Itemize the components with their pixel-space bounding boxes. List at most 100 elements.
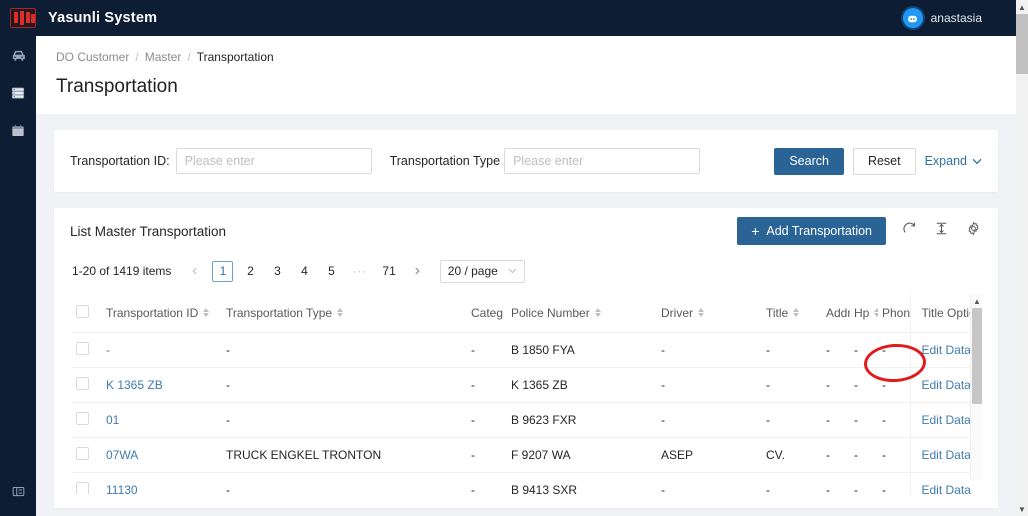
cell-phone: - <box>878 437 910 472</box>
transportation-type-label: Transportation Type <box>390 154 500 168</box>
sort-icon[interactable] <box>595 308 601 317</box>
breadcrumb-item-master[interactable]: Master <box>145 50 182 64</box>
list-panel: List Master Transportation + Add Transpo… <box>54 208 998 508</box>
table-vertical-scrollbar[interactable]: ▲ <box>970 294 982 480</box>
sort-icon[interactable] <box>337 308 343 317</box>
transportation-id-link[interactable]: 07WA <box>106 448 138 462</box>
sidebar-item-schedule[interactable] <box>0 112 36 150</box>
edit-data-link[interactable]: Edit Data <box>922 483 971 495</box>
cell-tid[interactable]: - <box>102 332 222 367</box>
search-button[interactable]: Search <box>774 148 844 175</box>
column-label: Title <box>766 306 788 320</box>
cell-addr: - <box>822 367 850 402</box>
sort-icon[interactable] <box>203 308 209 317</box>
edit-data-link[interactable]: Edit Data <box>922 448 971 462</box>
user-name-label: anastasia <box>931 11 982 25</box>
select-all-checkbox[interactable] <box>76 305 89 318</box>
cell-hp: - <box>850 367 878 402</box>
cell-phone: - <box>878 367 910 402</box>
cell-driver: - <box>657 367 762 402</box>
cell-tid[interactable]: 11130 <box>102 472 222 494</box>
scroll-up-icon[interactable]: ▲ <box>1016 0 1028 14</box>
cell-phone: - <box>878 402 910 437</box>
user-avatar-icon[interactable] <box>903 8 923 28</box>
expand-toggle[interactable]: Expand <box>925 154 982 168</box>
header-user-area[interactable]: anastasia <box>903 8 982 28</box>
column-transportation-type[interactable]: Transportation Type <box>222 294 467 332</box>
pagination-page-2[interactable]: 2 <box>240 261 260 282</box>
sort-icon[interactable] <box>793 308 799 317</box>
add-transportation-button[interactable]: + Add Transportation <box>737 217 886 245</box>
scroll-down-icon[interactable]: ▼ <box>1016 502 1028 516</box>
cell-addr: - <box>822 472 850 494</box>
row-checkbox[interactable] <box>76 482 89 495</box>
row-checkbox[interactable] <box>76 342 89 355</box>
reset-button[interactable]: Reset <box>853 148 916 175</box>
edit-data-link[interactable]: Edit Data <box>922 343 971 357</box>
column-label: Transportation ID <box>106 306 198 320</box>
column-police-number[interactable]: Police Number <box>507 294 657 332</box>
cell-tid[interactable]: K 1365 ZB <box>102 367 222 402</box>
scrollbar-thumb[interactable] <box>1016 14 1028 74</box>
pagination-prev[interactable] <box>185 261 205 282</box>
cell-cat: - <box>467 437 507 472</box>
pagination-page-1[interactable]: 1 <box>212 261 233 282</box>
cell-cat: - <box>467 472 507 494</box>
column-driver[interactable]: Driver <box>657 294 762 332</box>
cell-title: - <box>762 472 822 494</box>
row-checkbox[interactable] <box>76 447 89 460</box>
left-sidebar <box>0 36 36 516</box>
table-row: 07WATRUCK ENGKEL TRONTON-F 9207 WAASEPCV… <box>72 437 982 472</box>
transportation-id-label: Transportation ID: <box>70 154 170 168</box>
table-row: 11130--B 9413 SXR-----Edit Data <box>72 472 982 494</box>
sidebar-collapse-icon[interactable] <box>0 476 36 506</box>
transportation-id-input[interactable] <box>176 148 372 174</box>
cell-tid[interactable]: 07WA <box>102 437 222 472</box>
breadcrumb-separator: / <box>187 50 190 64</box>
row-checkbox[interactable] <box>76 412 89 425</box>
transportation-id-link[interactable]: - <box>106 343 110 357</box>
cell-hp: - <box>850 437 878 472</box>
column-transportation-id[interactable]: Transportation ID <box>102 294 222 332</box>
transportation-id-link[interactable]: 01 <box>106 413 119 427</box>
column-category: Cateɡ <box>467 294 507 332</box>
cell-tid[interactable]: 01 <box>102 402 222 437</box>
cell-hp: - <box>850 402 878 437</box>
reload-button[interactable] <box>900 222 918 240</box>
pagination-page-3[interactable]: 3 <box>267 261 287 282</box>
scrollbar-thumb[interactable] <box>972 308 982 404</box>
table-row: 01--B 9623 FXR-----Edit Data <box>72 402 982 437</box>
transportation-id-link[interactable]: 11130 <box>106 483 138 495</box>
cell-phone: - <box>878 472 910 494</box>
cell-addr: - <box>822 437 850 472</box>
page-size-select[interactable]: 20 / page <box>440 260 525 283</box>
settings-button[interactable] <box>964 222 982 240</box>
breadcrumb-item-transportation: Transportation <box>197 50 274 64</box>
yasunli-logo-icon <box>10 8 36 28</box>
column-label: Transportation Type <box>226 306 332 320</box>
sidebar-item-transportation[interactable] <box>0 36 36 74</box>
pagination-page-5[interactable]: 5 <box>321 261 341 282</box>
edit-data-link[interactable]: Edit Data <box>922 378 971 392</box>
density-button[interactable] <box>932 222 950 240</box>
column-hp[interactable]: Hp <box>850 294 878 332</box>
edit-data-link[interactable]: Edit Data <box>922 413 971 427</box>
transportation-type-input[interactable] <box>504 148 700 174</box>
scroll-up-icon[interactable]: ▲ <box>972 295 982 307</box>
sort-icon[interactable] <box>698 308 704 317</box>
page-vertical-scrollbar[interactable]: ▲ ▼ <box>1016 0 1028 516</box>
column-title[interactable]: Title <box>762 294 822 332</box>
pagination-next[interactable] <box>407 261 427 282</box>
column-label: Driver <box>661 306 693 320</box>
row-select-cell <box>72 367 102 402</box>
pagination-page-4[interactable]: 4 <box>294 261 314 282</box>
transportation-id-link[interactable]: K 1365 ZB <box>106 378 163 392</box>
breadcrumb-item-do-customer[interactable]: DO Customer <box>56 50 129 64</box>
row-select-cell <box>72 402 102 437</box>
pagination-last-page[interactable]: 71 <box>378 261 399 282</box>
row-checkbox[interactable] <box>76 377 89 390</box>
cell-police: B 9623 FXR <box>507 402 657 437</box>
sidebar-item-master-data[interactable] <box>0 74 36 112</box>
sort-icon[interactable] <box>874 308 878 317</box>
pagination-ellipsis[interactable]: ··· <box>348 261 371 282</box>
